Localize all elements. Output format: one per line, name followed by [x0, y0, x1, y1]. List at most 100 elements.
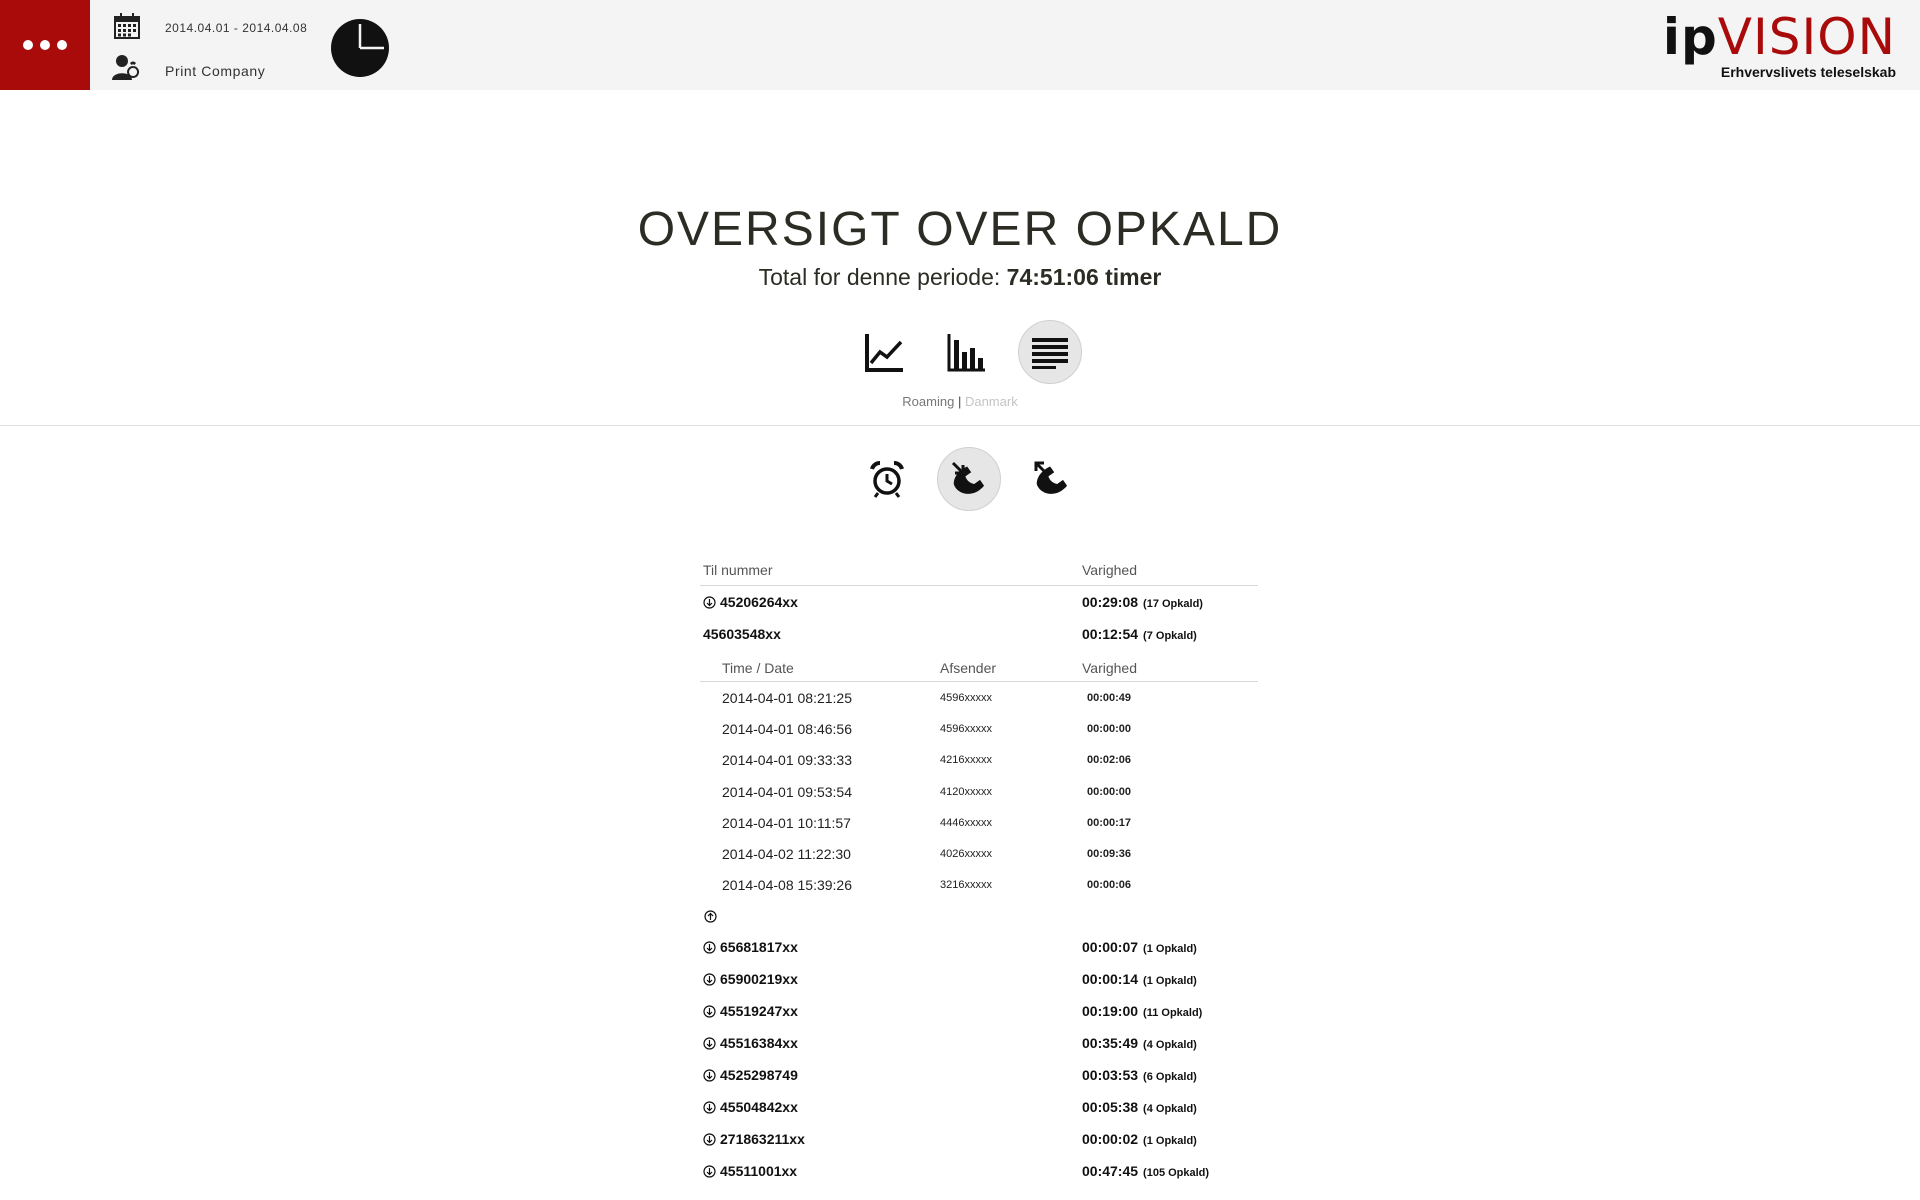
detail-duration: 00:09:36 — [1087, 847, 1132, 860]
detail-row: 2014-04-01 09:53:54 4120xxxxx 00:00:00 — [700, 776, 1258, 807]
row-duration: 00:05:38 (4 Opkald) — [1082, 1099, 1197, 1115]
line-chart-view-button[interactable] — [853, 320, 917, 384]
incoming-calls-button[interactable] — [937, 447, 1001, 511]
row-number[interactable]: 45519247xx — [703, 1003, 798, 1019]
list-view-button[interactable] — [1018, 320, 1082, 384]
expand-icon[interactable] — [703, 1101, 716, 1114]
list-view-icon — [1032, 338, 1068, 369]
call-count: (1 Opkald) — [1143, 1135, 1197, 1148]
detail-header-sender: Afsender — [940, 660, 997, 676]
outgoing-calls-button[interactable] — [1020, 447, 1084, 511]
expand-icon[interactable] — [703, 973, 716, 986]
bar-chart-view-button[interactable] — [935, 320, 999, 384]
detail-sender: 4026xxxxx — [940, 847, 992, 860]
number-text: 65900219xx — [720, 971, 798, 988]
row-number[interactable]: 65681817xx — [703, 939, 798, 955]
row-number[interactable]: 45516384xx — [703, 1035, 798, 1051]
row-duration: 00:47:45 (105 Opkald) — [1082, 1163, 1209, 1179]
row-duration: 00:19:00 (11 Opkald) — [1082, 1003, 1202, 1019]
user-phone-icon[interactable] — [111, 53, 141, 81]
menu-dot — [40, 40, 50, 50]
row-duration: 00:00:14 (1 Opkald) — [1082, 971, 1197, 987]
number-text: 45504842xx — [720, 1099, 798, 1116]
row-number[interactable]: 4525298749 — [703, 1067, 798, 1083]
row-list: 65681817xx 00:00:07 (1 Opkald) 65900219xx 00… — [700, 931, 1258, 1187]
detail-sender: 4446xxxxx — [940, 816, 992, 829]
top-bar: 2014.04.01 - 2014.04.08 Print Company ip… — [0, 0, 1920, 90]
table-row-expanded[interactable]: 45603548xx 00:12:54 (7 Opkald) — [700, 618, 1258, 650]
logo-brand: ipVISION — [1663, 12, 1896, 62]
detail-row: 2014-04-08 15:39:26 3216xxxxx 00:00:06 — [700, 869, 1258, 900]
detail-row: 2014-04-01 09:33:33 4216xxxxx 00:02:06 — [700, 744, 1258, 775]
total-value: 74:51:06 timer — [1006, 264, 1162, 290]
row-duration: 00:35:49 (4 Opkald) — [1082, 1035, 1197, 1051]
logo-ip: ip — [1662, 8, 1718, 66]
duration-text: 00:19:00 — [1082, 1003, 1139, 1020]
expand-icon[interactable] — [703, 1037, 716, 1050]
filter-danmark[interactable]: Danmark — [965, 394, 1018, 409]
page-title: OVERSIGT OVER OPKALD — [637, 203, 1283, 256]
detail-row: 2014-04-01 10:11:57 4446xxxxx 00:00:17 — [700, 807, 1258, 838]
row-duration: 00:29:08 (17 Opkald) — [1082, 594, 1203, 610]
table-row[interactable]: 4525298749 00:03:53 (6 Opkald) — [700, 1059, 1258, 1091]
table-row[interactable]: 45504842xx 00:05:38 (4 Opkald) — [700, 1091, 1258, 1123]
collapse-icon[interactable] — [704, 910, 717, 923]
detail-header: Time / Date Afsender Varighed — [700, 650, 1258, 682]
table-row[interactable]: 45206264xx 00:29:08 (17 Opkald) — [700, 586, 1258, 618]
table-row[interactable]: 45519247xx 00:19:00 (11 Opkald) — [700, 995, 1258, 1027]
detail-time: 2014-04-01 10:11:57 — [722, 814, 851, 831]
collapse-row[interactable] — [700, 900, 1258, 931]
expand-icon[interactable] — [703, 1133, 716, 1146]
table-row[interactable]: 65681817xx 00:00:07 (1 Opkald) — [700, 931, 1258, 963]
filter-separator: | — [957, 394, 962, 409]
duration-text: 00:05:38 — [1082, 1099, 1139, 1116]
detail-time: 2014-04-01 09:53:54 — [722, 783, 852, 800]
duration-text: 00:12:54 — [1082, 626, 1139, 642]
call-count: (1 Opkald) — [1143, 975, 1197, 988]
table-row[interactable]: 271863211xx 00:00:02 (1 Opkald) — [700, 1123, 1258, 1155]
detail-time: 2014-04-08 15:39:26 — [722, 877, 852, 894]
ipvision-logo: ipVISION Erhvervslivets teleselskab — [1663, 12, 1896, 80]
detail-duration: 00:00:00 — [1087, 785, 1132, 798]
bar-chart-icon — [947, 334, 985, 372]
expand-icon[interactable] — [703, 1069, 716, 1082]
calendar-icon[interactable] — [113, 12, 141, 40]
filter-roaming[interactable]: Roaming — [902, 394, 954, 409]
expand-icon[interactable] — [703, 595, 716, 609]
call-count: (105 Opkald) — [1143, 1167, 1210, 1180]
expand-icon[interactable] — [703, 941, 716, 954]
detail-sender: 3216xxxxx — [940, 879, 992, 892]
duration-text: 00:00:14 — [1082, 971, 1139, 988]
expand-icon[interactable] — [703, 1005, 716, 1018]
row-number[interactable]: 45206264xx — [703, 594, 798, 610]
logo-tagline: Erhvervslivets teleselskab — [1720, 64, 1896, 80]
menu-button[interactable] — [0, 0, 90, 90]
pie-chart-icon[interactable] — [330, 18, 390, 78]
number-text: 45603548xx — [703, 626, 781, 642]
table-row[interactable]: 45511001xx 00:47:45 (105 Opkald) — [700, 1155, 1258, 1187]
detail-sender: 4216xxxxx — [940, 754, 992, 767]
number-text: 45206264xx — [720, 594, 798, 610]
row-number[interactable]: 271863211xx — [703, 1131, 805, 1147]
period-total: Total for denne periode: 74:51:06 timer — [0, 264, 1920, 291]
row-number[interactable]: 45504842xx — [703, 1099, 798, 1115]
date-range[interactable]: 2014.04.01 - 2014.04.08 — [165, 21, 307, 35]
company-name[interactable]: Print Company — [165, 63, 265, 79]
duration-text: 00:47:45 — [1082, 1163, 1139, 1180]
duration-text: 00:35:49 — [1082, 1035, 1139, 1052]
missed-calls-button[interactable] — [855, 447, 919, 511]
row-number[interactable]: 45511001xx — [703, 1163, 797, 1179]
row-number[interactable]: 45603548xx — [703, 626, 781, 642]
row-number[interactable]: 65900219xx — [703, 971, 798, 987]
table-row[interactable]: 45516384xx 00:35:49 (4 Opkald) — [700, 1027, 1258, 1059]
row-duration: 00:12:54 (7 Opkald) — [1082, 626, 1197, 642]
call-count: (7 Opkald) — [1143, 630, 1197, 642]
region-filter: Roaming | Danmark — [0, 394, 1920, 409]
alarm-clock-icon — [870, 461, 904, 498]
section-divider — [0, 425, 1920, 426]
line-chart-icon — [865, 334, 903, 372]
table-row[interactable]: 65900219xx 00:00:14 (1 Opkald) — [700, 963, 1258, 995]
expand-icon[interactable] — [703, 1165, 716, 1178]
number-text: 271863211xx — [720, 1131, 805, 1148]
detail-sender: 4120xxxxx — [940, 785, 992, 798]
